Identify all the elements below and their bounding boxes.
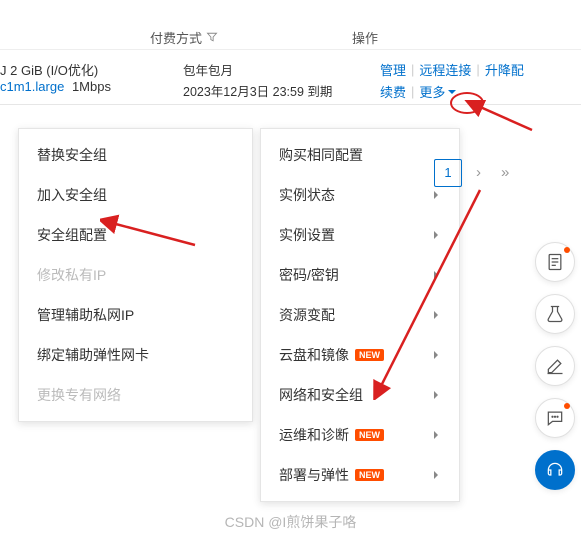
spec-type-link[interactable]: c1m1.large: [0, 79, 64, 94]
action-renew[interactable]: 续费: [380, 82, 406, 101]
spec-prefix: J 2 GiB (I/O优化): [0, 63, 98, 78]
actions-cell: 管理 | 远程连接 | 升降配 续费 | 更多: [380, 60, 524, 101]
submenu-item-3: 修改私有IP: [19, 255, 252, 295]
submenu-item-4[interactable]: 管理辅助私网IP: [19, 295, 252, 335]
bandwidth: 1Mbps: [72, 79, 111, 94]
table-header: 付费方式 操作: [0, 0, 581, 50]
float-btn-support[interactable]: [535, 450, 575, 490]
chevron-right-icon: [431, 270, 441, 280]
more-item-7[interactable]: 运维和诊断NEW: [261, 415, 459, 455]
float-btn-chat[interactable]: [535, 398, 575, 438]
chevron-right-icon: [431, 470, 441, 480]
action-more[interactable]: 更多: [419, 82, 457, 101]
annotation-arrow-1: [460, 100, 540, 140]
chevron-right-icon: [431, 350, 441, 360]
float-btn-doc[interactable]: [535, 242, 575, 282]
chevron-right-icon: [431, 390, 441, 400]
float-btn-edit[interactable]: [535, 346, 575, 386]
submenu-item-5[interactable]: 绑定辅助弹性网卡: [19, 335, 252, 375]
pagination: 1 › »: [434, 158, 515, 187]
chevron-down-icon: [447, 87, 457, 97]
filter-icon: [206, 31, 218, 43]
dropdown-more: 购买相同配置实例状态实例设置密码/密钥资源变配云盘和镜像NEW网络和安全组运维和…: [260, 128, 460, 502]
page-last[interactable]: »: [495, 158, 515, 187]
instance-row: J 2 GiB (I/O优化) c1m1.large 1Mbps 包年包月 20…: [0, 50, 581, 105]
chevron-right-icon: [431, 190, 441, 200]
action-remote[interactable]: 远程连接: [419, 60, 471, 79]
instance-spec: J 2 GiB (I/O优化) c1m1.large 1Mbps: [0, 60, 111, 94]
action-manage[interactable]: 管理: [380, 60, 406, 79]
submenu-security: 替换安全组加入安全组安全组配置修改私有IP管理辅助私网IP绑定辅助弹性网卡更换专…: [18, 128, 253, 422]
action-upgrade[interactable]: 升降配: [485, 60, 524, 79]
chevron-right-icon: [431, 310, 441, 320]
float-toolbar: [535, 242, 575, 490]
submenu-item-2[interactable]: 安全组配置: [19, 215, 252, 255]
more-item-3[interactable]: 密码/密钥: [261, 255, 459, 295]
submenu-item-1[interactable]: 加入安全组: [19, 175, 252, 215]
watermark: CSDN @I煎饼果子咯: [0, 512, 581, 532]
col-operation-header: 操作: [352, 28, 378, 47]
submenu-item-0[interactable]: 替换安全组: [19, 135, 252, 175]
page-next[interactable]: ›: [470, 158, 487, 187]
col-payment-label: 付费方式: [150, 28, 202, 47]
more-item-4[interactable]: 资源变配: [261, 295, 459, 335]
page-current[interactable]: 1: [434, 159, 462, 187]
paytype: 包年包月: [183, 60, 332, 79]
badge-new: NEW: [355, 469, 384, 481]
expire-date: 2023年12月3日 23:59 到期: [183, 81, 332, 100]
badge-new: NEW: [355, 349, 384, 361]
payment-cell: 包年包月 2023年12月3日 23:59 到期: [183, 60, 332, 100]
more-item-5[interactable]: 云盘和镜像NEW: [261, 335, 459, 375]
chevron-right-icon: [431, 430, 441, 440]
more-item-2[interactable]: 实例设置: [261, 215, 459, 255]
submenu-item-6: 更换专有网络: [19, 375, 252, 415]
more-item-8[interactable]: 部署与弹性NEW: [261, 455, 459, 495]
col-payment-header[interactable]: 付费方式: [150, 28, 218, 47]
more-item-6[interactable]: 网络和安全组: [261, 375, 459, 415]
chevron-right-icon: [431, 230, 441, 240]
badge-new: NEW: [355, 429, 384, 441]
more-item-0[interactable]: 购买相同配置: [261, 135, 459, 175]
col-operation-label: 操作: [352, 31, 378, 46]
more-item-1[interactable]: 实例状态: [261, 175, 459, 215]
float-btn-lab[interactable]: [535, 294, 575, 334]
